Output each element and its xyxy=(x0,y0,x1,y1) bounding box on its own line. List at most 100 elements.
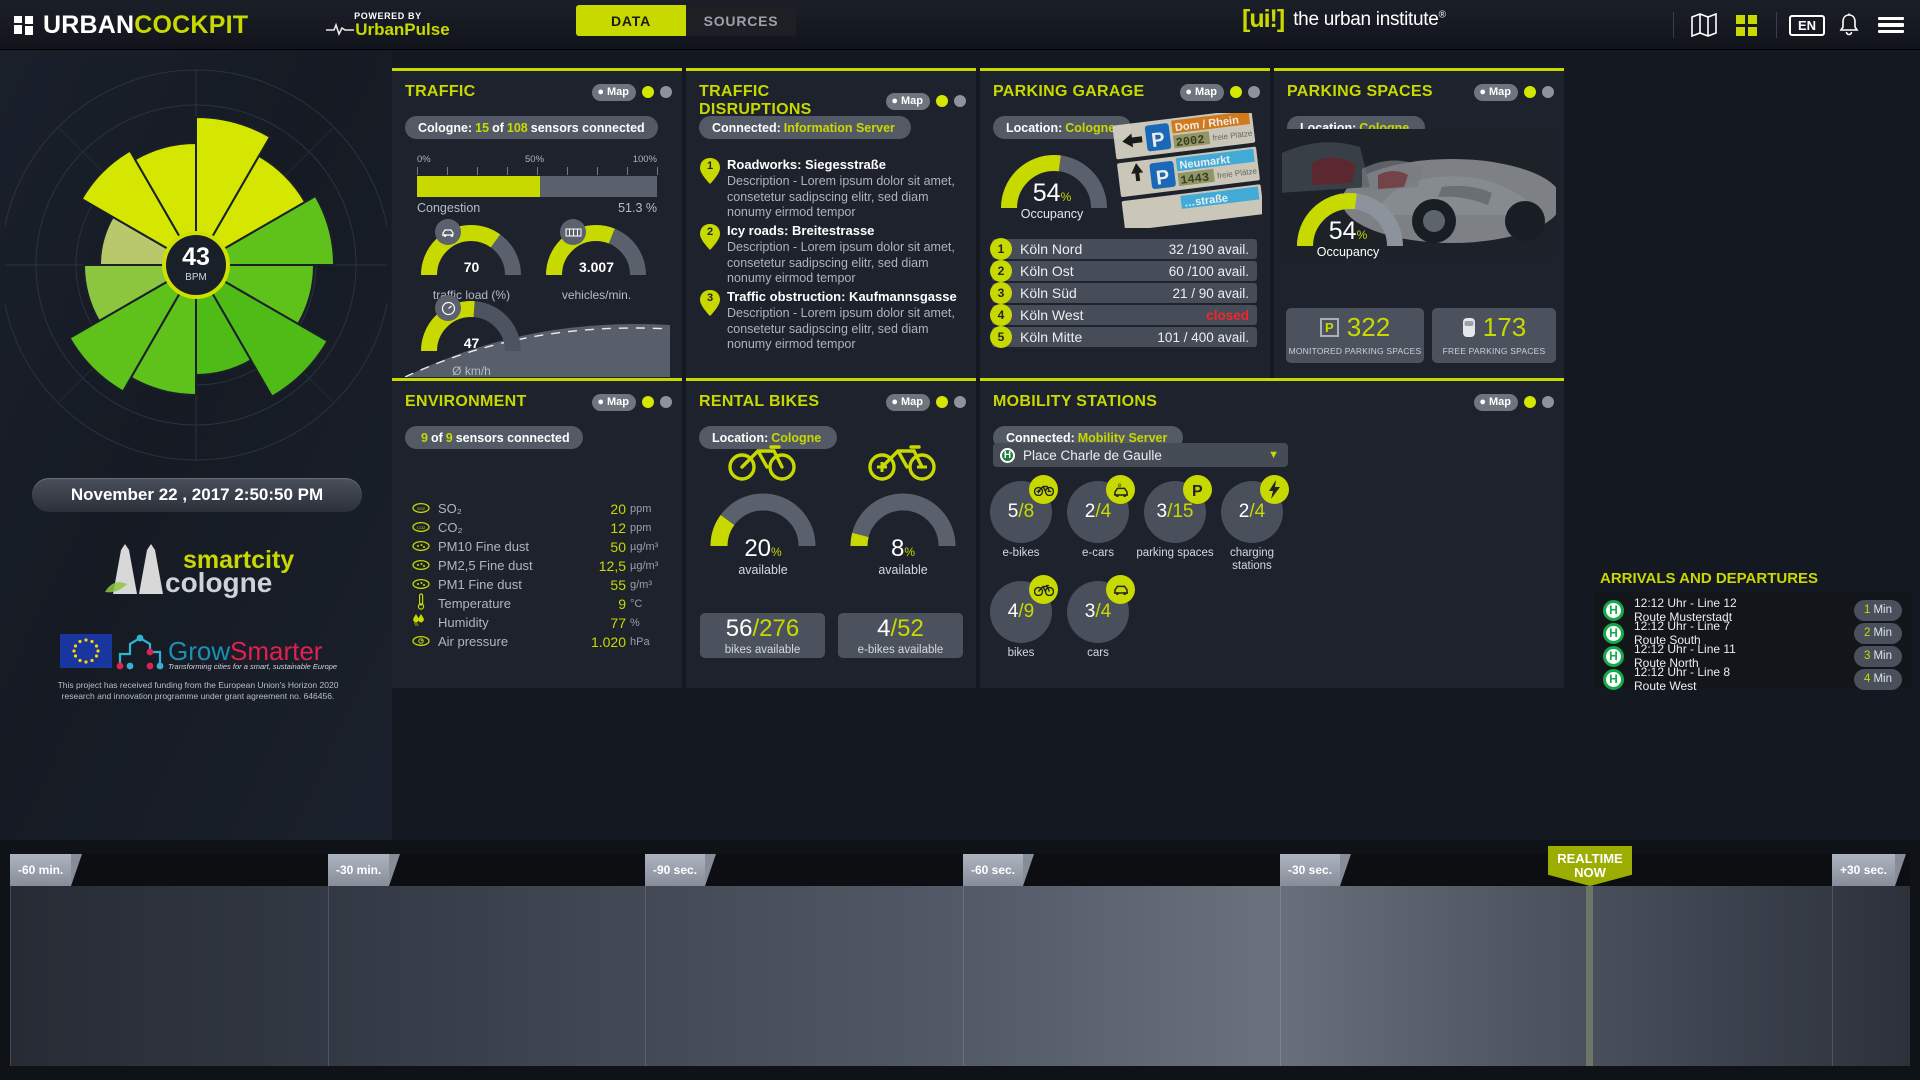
timeline-marker[interactable]: -60 min. xyxy=(10,854,83,886)
status-dot-inactive[interactable] xyxy=(1248,86,1260,98)
status-dot-active[interactable] xyxy=(936,95,948,107)
panel-traffic-disruptions: TRAFFIC DISRUPTIONS ● Map Connected: Info… xyxy=(686,68,976,378)
mobility-tile-circle: 2/4 e xyxy=(1067,475,1135,543)
arrival-minutes: 2 Min xyxy=(1854,622,1902,644)
map-button[interactable]: ● Map xyxy=(886,393,930,411)
mobility-tile-value: 3/4 xyxy=(1084,601,1112,622)
map-button[interactable]: ● Map xyxy=(1474,393,1518,411)
garage-row[interactable]: 2 Köln Ost 60 /100 avail. xyxy=(990,260,1257,282)
disruption-item[interactable]: 1 Roadworks: Siegesstraße Description - … xyxy=(700,157,966,221)
app-logo[interactable]: URBANCOCKPIT xyxy=(14,11,248,40)
garage-row[interactable]: 4 Köln West closed xyxy=(990,304,1257,326)
mobility-tile[interactable]: 5/8 e-bikes xyxy=(988,475,1066,559)
map-button[interactable]: ● Map xyxy=(592,83,636,101)
traffic-sensors-connected: 15 xyxy=(475,120,490,135)
disruption-title: Icy roads: Breitestrasse xyxy=(727,223,875,238)
status-dot-inactive[interactable] xyxy=(660,86,672,98)
timeline-marker[interactable]: -90 sec. xyxy=(645,854,717,886)
station-h-icon: H xyxy=(1000,447,1015,463)
environment-row-label: SO₂ xyxy=(438,501,462,516)
bell-icon[interactable] xyxy=(1828,4,1870,46)
mobility-tile[interactable]: 2/4 charging stations xyxy=(1219,475,1297,572)
ui-bracket-mark: [ui!] xyxy=(1242,5,1285,33)
status-dot-inactive[interactable] xyxy=(954,396,966,408)
timeline-track[interactable] xyxy=(10,886,1910,1066)
map-icon[interactable] xyxy=(1683,4,1725,46)
map-button-label: Map xyxy=(901,95,923,107)
axis-tick xyxy=(507,167,508,175)
mobility-tile[interactable]: 3/15 P parking spaces xyxy=(1136,475,1220,559)
pin-icon: ● xyxy=(1479,396,1486,408)
environment-row: PM10 Fine dust 50 µg/m³ xyxy=(410,537,668,556)
garage-row[interactable]: 3 Köln Süd 21 / 90 avail. xyxy=(990,282,1257,304)
timeline-marker[interactable]: -30 min. xyxy=(328,854,401,886)
timeline-marker[interactable]: -30 sec. xyxy=(1280,854,1352,886)
status-dot-active[interactable] xyxy=(936,396,948,408)
ebikes-total: /52 xyxy=(890,615,924,642)
panel-title-parking-spaces: PARKING SPACES xyxy=(1287,83,1433,100)
monitored-parking-value: 322 xyxy=(1346,312,1391,342)
garage-row[interactable]: 5 Köln Mitte 101 / 400 avail. xyxy=(990,326,1257,348)
tab-data[interactable]: DATA xyxy=(576,5,686,36)
environment-row-label: PM10 Fine dust xyxy=(438,539,530,554)
bikes-gauge-caption: available xyxy=(738,563,788,577)
status-dot-active[interactable] xyxy=(642,396,654,408)
garage-row-name: Köln Nord xyxy=(1020,241,1083,257)
disruptions-connection-status: Connected: Information Server xyxy=(699,116,911,139)
map-pin-icon: 3 xyxy=(700,290,720,316)
city-pulse-radial-chart[interactable]: 43 BPM xyxy=(5,60,387,470)
disruption-item[interactable]: 2 Icy roads: Breitestrasse Description -… xyxy=(700,223,966,287)
map-button[interactable]: ● Map xyxy=(592,393,636,411)
garage-row[interactable]: 1 Köln Nord 32 /190 avail. xyxy=(990,238,1257,260)
bikes-total: /276 xyxy=(752,615,800,642)
mobility-tile[interactable]: 2/4 e e-cars xyxy=(1065,475,1143,559)
arrival-row[interactable]: H 12:12 Uhr - Line 8 Route West 4 Min xyxy=(1594,665,1912,693)
status-dot-inactive[interactable] xyxy=(954,95,966,107)
environment-row: Air pressure 1.020 hPa xyxy=(410,632,668,651)
ebikes-count: 4 xyxy=(877,615,891,642)
thermometer-icon xyxy=(410,592,432,615)
mobility-tile[interactable]: 3/4 cars xyxy=(1065,575,1143,659)
timeline[interactable]: -60 min. -30 min. -90 sec. -60 sec. -30 sec.… xyxy=(0,840,1920,1080)
axis-tick xyxy=(477,167,478,175)
growsmarter-tagline: Transforming cities for a smart, sustain… xyxy=(168,662,337,671)
ui-registered-mark: ® xyxy=(1438,9,1446,21)
map-button[interactable]: ● Map xyxy=(1180,83,1224,101)
disruption-title: Traffic obstruction: Kaufmannsgasse xyxy=(727,289,957,304)
mobility-tile-caption: cars xyxy=(1087,647,1109,659)
ebike-icon xyxy=(868,445,936,481)
chevron-down-icon: ▼ xyxy=(1268,449,1279,461)
status-dot-active[interactable] xyxy=(1230,86,1242,98)
tab-sources[interactable]: SOURCES xyxy=(686,5,796,36)
timeline-marker[interactable]: +30 sec. xyxy=(1832,854,1907,886)
pin-icon: ● xyxy=(1479,86,1486,98)
map-button[interactable]: ● Map xyxy=(886,92,930,110)
status-dot-inactive[interactable] xyxy=(1542,86,1554,98)
disruption-item[interactable]: 3 Traffic obstruction: Kaufmannsgasse De… xyxy=(700,289,966,353)
language-icon[interactable]: EN xyxy=(1786,4,1828,46)
map-button[interactable]: ● Map xyxy=(1474,83,1518,101)
cloud-dust-icon xyxy=(410,538,432,556)
grid-icon[interactable] xyxy=(1725,4,1767,46)
garage-row-availability: 60 /100 avail. xyxy=(1168,263,1249,279)
menu-icon[interactable] xyxy=(1870,4,1912,46)
congestion-label: Congestion xyxy=(417,201,481,215)
environment-sensor-status: 9 of 9 sensors connected xyxy=(405,426,583,449)
status-dot-inactive[interactable] xyxy=(1542,396,1554,408)
bike-icon xyxy=(728,445,796,481)
status-dot-inactive[interactable] xyxy=(660,396,672,408)
timeline-marker[interactable]: -60 sec. xyxy=(963,854,1035,886)
top-bar-icons: EN xyxy=(1664,0,1912,50)
gauge-average-speed: 47 Ø km/h xyxy=(419,295,524,378)
spaces-occupancy-gauge: 54% Occupancy xyxy=(1292,191,1407,259)
mobility-tile-caption: e-cars xyxy=(1082,547,1114,559)
monitored-parking-caption: MONITORED PARKING SPACES xyxy=(1288,346,1422,356)
station-select[interactable]: H Place Charle de Gaulle ▼ xyxy=(993,443,1288,467)
status-dot-active[interactable] xyxy=(1524,396,1536,408)
status-dot-active[interactable] xyxy=(642,86,654,98)
status-dot-active[interactable] xyxy=(1524,86,1536,98)
mobility-tile[interactable]: 4/9 bikes xyxy=(988,575,1066,659)
garage-location-status: Location: Cologne xyxy=(993,116,1132,139)
mobility-tile-value: 3/15 xyxy=(1156,501,1194,522)
bikes-gauge-value: 20 xyxy=(744,535,772,562)
